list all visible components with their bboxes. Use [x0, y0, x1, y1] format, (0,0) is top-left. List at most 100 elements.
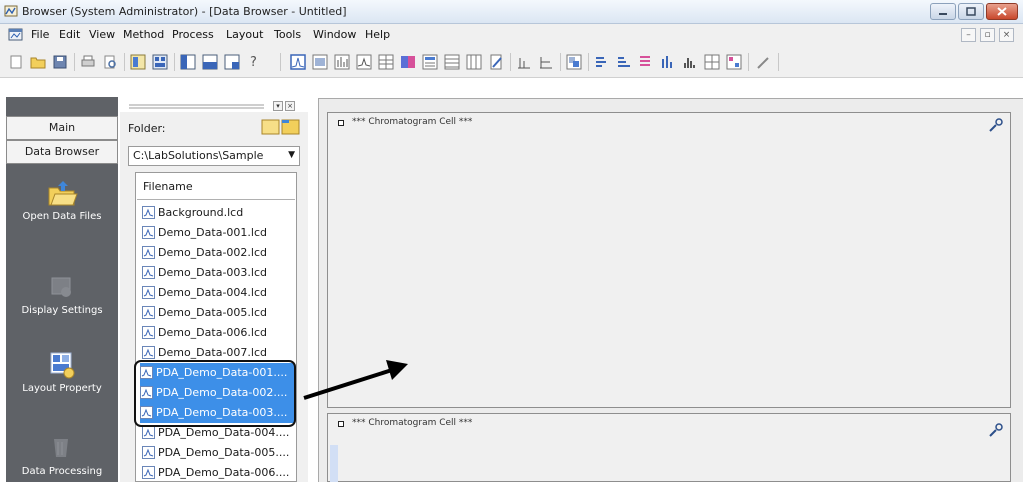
- data-file-icon: [142, 466, 155, 479]
- toolbar-separator: [124, 53, 125, 71]
- baseline-icon[interactable]: [538, 54, 554, 70]
- cell-tool-icon[interactable]: [988, 117, 1004, 133]
- file-name: Background.lcd: [158, 206, 244, 219]
- nav-data-processing[interactable]: Data Processing: [6, 433, 118, 477]
- nav-item-label: Display Settings: [21, 305, 103, 316]
- panel-grip[interactable]: [129, 103, 264, 111]
- menu-view[interactable]: View: [89, 28, 115, 41]
- minimize-button[interactable]: [930, 3, 956, 20]
- nav-item-label: Open Data Files: [22, 211, 102, 222]
- zoom-in-icon[interactable]: [594, 54, 610, 70]
- report-icon[interactable]: [488, 54, 504, 70]
- save-icon[interactable]: [52, 54, 68, 70]
- file-name: PDA_Demo_Data-004....: [158, 426, 290, 439]
- file-row[interactable]: PDA_Demo_Data-005....: [142, 443, 296, 463]
- print-icon[interactable]: [80, 54, 96, 70]
- contour-map-icon[interactable]: [400, 54, 416, 70]
- tab-main[interactable]: Main: [6, 116, 118, 140]
- menu-tools[interactable]: Tools: [274, 28, 301, 41]
- data-file-icon: [142, 446, 155, 459]
- file-row[interactable]: Demo_Data-001.lcd: [142, 223, 296, 243]
- menu-method[interactable]: Method: [123, 28, 164, 41]
- data-table-icon[interactable]: [422, 54, 438, 70]
- help-button[interactable]: ?: [250, 55, 257, 70]
- chromatogram-cell-2[interactable]: *** Chromatogram Cell ***: [327, 413, 1011, 482]
- restore-icon: [966, 7, 976, 16]
- chevron-down-icon: ▼: [288, 150, 295, 160]
- stack-icon[interactable]: [638, 54, 654, 70]
- grid-view-icon[interactable]: [704, 54, 720, 70]
- peak-marker-icon[interactable]: [660, 54, 676, 70]
- file-row[interactable]: Background.lcd: [142, 203, 296, 223]
- data-processing-icon: [54, 439, 68, 457]
- toolbar-separator: [560, 53, 561, 71]
- edit-report-icon[interactable]: [756, 54, 772, 70]
- file-row[interactable]: Demo_Data-006.lcd: [142, 323, 296, 343]
- cell-bullet-icon: [338, 120, 344, 126]
- chromatogram-cell-1[interactable]: *** Chromatogram Cell ***: [327, 112, 1011, 408]
- folder-select[interactable]: C:\LabSolutions\Sample ▼: [128, 146, 300, 166]
- file-row[interactable]: Demo_Data-002.lcd: [142, 243, 296, 263]
- ms-chromatogram-icon[interactable]: [356, 54, 372, 70]
- file-row[interactable]: PDA_Demo_Data-006....: [142, 463, 296, 481]
- new-file-icon[interactable]: [8, 54, 24, 70]
- data-file-icon: [142, 346, 155, 359]
- file-name: Demo_Data-005.lcd: [158, 306, 267, 319]
- folder-browse-icon[interactable]: [258, 116, 304, 138]
- menu-edit[interactable]: Edit: [59, 28, 80, 41]
- close-button[interactable]: [986, 3, 1018, 20]
- restore-button[interactable]: [958, 3, 984, 20]
- layout-icon[interactable]: [152, 54, 168, 70]
- window-layout-icon[interactable]: [180, 54, 196, 70]
- file-name: PDA_Demo_Data-005....: [158, 446, 290, 459]
- nav-layout-property[interactable]: Layout Property: [6, 350, 118, 394]
- display-settings-icon: [51, 277, 71, 297]
- bar-view-icon[interactable]: [682, 54, 698, 70]
- peak-integration-icon[interactable]: [516, 54, 532, 70]
- mdi-restore-button[interactable]: ▫: [980, 28, 995, 42]
- pane-close-button[interactable]: ×: [285, 101, 295, 111]
- overlay-icon[interactable]: [566, 54, 582, 70]
- open-folder-icon[interactable]: [30, 54, 46, 70]
- pane-dropdown-button[interactable]: ▾: [273, 101, 283, 111]
- mdi-close-button[interactable]: ×: [999, 28, 1014, 42]
- toolbar-separator: [74, 53, 75, 71]
- nav-item-label: Layout Property: [22, 383, 102, 394]
- close-icon: [997, 7, 1007, 16]
- nav-open-data-files[interactable]: Open Data Files: [6, 178, 118, 222]
- toolbar-separator: [280, 53, 281, 71]
- file-row[interactable]: Demo_Data-003.lcd: [142, 263, 296, 283]
- data-file-icon: [142, 306, 155, 319]
- tab-data-browser[interactable]: Data Browser: [6, 140, 118, 164]
- file-row[interactable]: Demo_Data-005.lcd: [142, 303, 296, 323]
- cell-view-icon[interactable]: [224, 54, 240, 70]
- split-view-icon[interactable]: [202, 54, 218, 70]
- file-row[interactable]: Demo_Data-004.lcd: [142, 283, 296, 303]
- mdi-minimize-button[interactable]: –: [961, 28, 976, 42]
- data-file-icon: [142, 286, 155, 299]
- compound-table-icon[interactable]: [466, 54, 482, 70]
- filename-column-header[interactable]: Filename: [137, 174, 295, 200]
- peak-table-icon[interactable]: [444, 54, 460, 70]
- chromatogram-icon[interactable]: [290, 54, 306, 70]
- document-icon[interactable]: [8, 27, 24, 42]
- data-browser-icon[interactable]: [130, 54, 146, 70]
- title-bar: Browser (System Administrator) - [Data B…: [0, 0, 1023, 24]
- nav-display-settings[interactable]: Display Settings: [6, 272, 118, 316]
- menu-process[interactable]: Process: [172, 28, 214, 41]
- cell-tool-icon[interactable]: [988, 422, 1004, 438]
- menu-layout[interactable]: Layout: [226, 28, 263, 41]
- zoom-out-icon[interactable]: [616, 54, 632, 70]
- pda-view-icon[interactable]: [312, 54, 328, 70]
- window-title: Browser (System Administrator) - [Data B…: [22, 5, 347, 18]
- menu-help[interactable]: Help: [365, 28, 390, 41]
- file-name: Demo_Data-003.lcd: [158, 266, 267, 279]
- file-name: Demo_Data-007.lcd: [158, 346, 267, 359]
- ms-spectrum-icon[interactable]: [334, 54, 350, 70]
- file-list[interactable]: Filename Background.lcd Demo_Data-001.lcd…: [135, 172, 297, 482]
- menu-file[interactable]: File: [31, 28, 49, 41]
- menu-window[interactable]: Window: [313, 28, 356, 41]
- ms-table-icon[interactable]: [378, 54, 394, 70]
- print-preview-icon[interactable]: [102, 54, 118, 70]
- spectrum-library-icon[interactable]: [726, 54, 742, 70]
